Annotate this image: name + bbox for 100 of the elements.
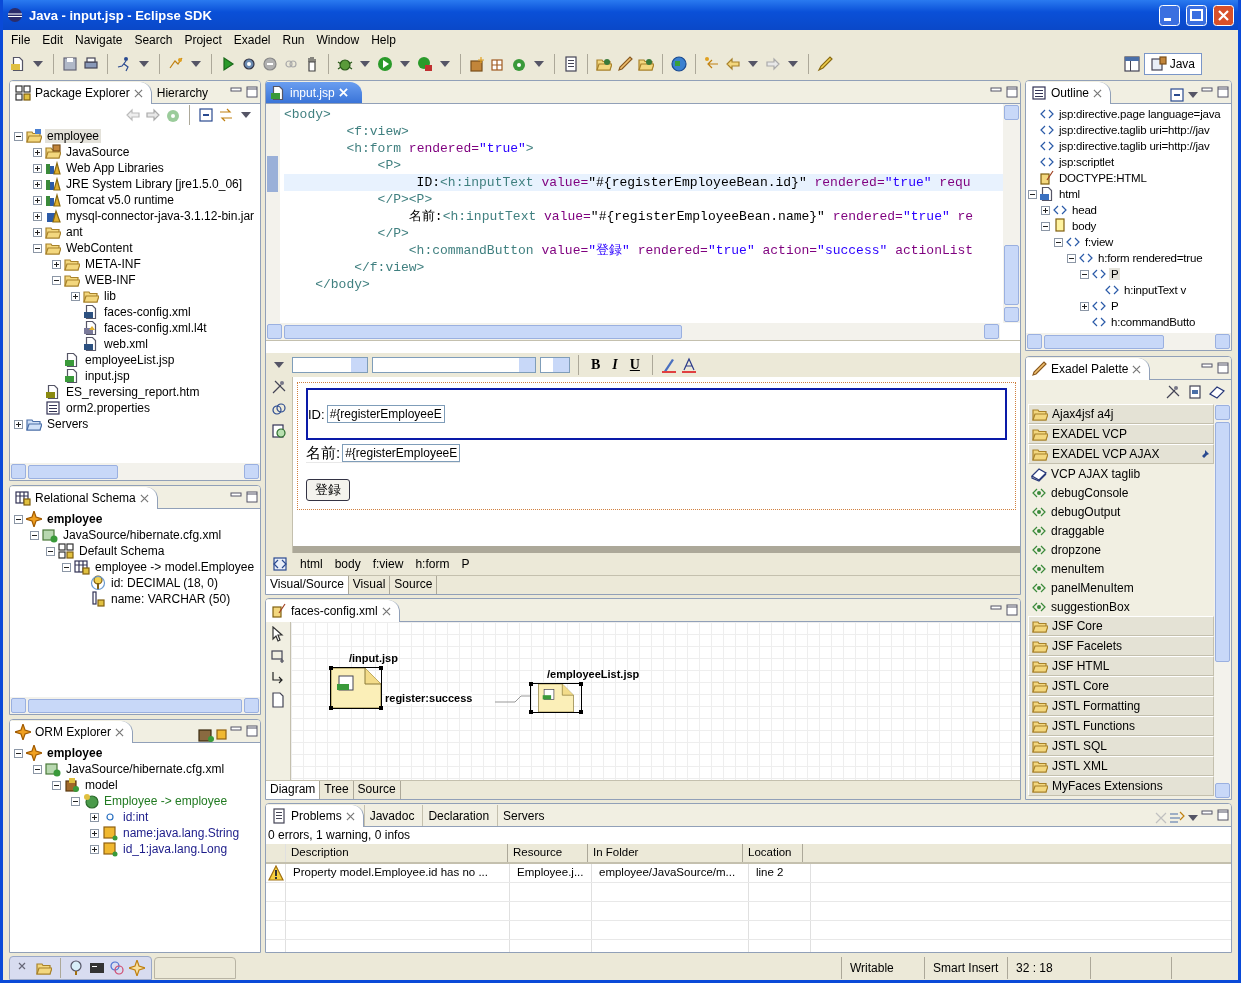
collapse-toggle[interactable] xyxy=(62,562,71,572)
tree-item[interactable]: WebContent xyxy=(64,241,135,255)
minimize-button[interactable] xyxy=(1159,4,1180,26)
expand-toggle[interactable] xyxy=(33,227,42,237)
expand-toggle[interactable] xyxy=(90,844,99,854)
palette-item[interactable]: menuItem xyxy=(1028,559,1214,578)
mode-tab[interactable]: Visual xyxy=(348,576,391,594)
column-header[interactable]: Description xyxy=(286,844,508,862)
collapse-all-icon[interactable] xyxy=(1169,87,1185,103)
tree-item[interactable]: JavaSource xyxy=(64,145,132,159)
close-icon[interactable] xyxy=(1132,364,1142,374)
palette-item[interactable]: suggestionBox xyxy=(1028,597,1214,616)
maximize-icon[interactable] xyxy=(1217,86,1229,98)
tree-item[interactable]: html xyxy=(1057,188,1082,200)
close-icon[interactable] xyxy=(115,727,124,737)
menu-item[interactable]: Navigate xyxy=(69,32,129,47)
mode-tab[interactable]: Visual/Source xyxy=(266,576,349,594)
collapse-toggle[interactable] xyxy=(1067,253,1076,263)
tree-item[interactable]: jsp:directive.page language=java xyxy=(1057,108,1223,120)
collapse-toggle[interactable] xyxy=(14,748,23,758)
collapse-toggle[interactable] xyxy=(1080,269,1089,279)
run-circle-icon[interactable] xyxy=(377,56,393,72)
vertical-scrollbar[interactable] xyxy=(1003,104,1020,323)
wrench-icon[interactable] xyxy=(271,379,287,395)
page-node[interactable] xyxy=(331,668,381,708)
maximize-icon[interactable] xyxy=(246,491,258,503)
expand-toggle[interactable] xyxy=(1041,205,1050,215)
tree-item[interactable]: input.jsp xyxy=(83,369,132,383)
maximize-icon[interactable] xyxy=(1217,362,1229,374)
input-field[interactable]: #{registerEmployeeE xyxy=(326,405,445,423)
tree-item[interactable]: employee xyxy=(45,746,105,760)
tree-item[interactable]: faces-config.xml.l4t xyxy=(102,321,209,335)
pointer-icon[interactable] xyxy=(270,626,286,642)
close-icon[interactable] xyxy=(381,606,391,616)
expand-toggle[interactable] xyxy=(33,179,42,189)
terminal-icon[interactable] xyxy=(89,960,105,976)
external-run-icon[interactable] xyxy=(417,56,433,72)
collapse-toggle[interactable] xyxy=(52,275,61,285)
expand-toggle[interactable] xyxy=(33,211,42,221)
maximize-button[interactable] xyxy=(1186,4,1207,26)
link-icon[interactable] xyxy=(271,401,287,417)
tree-item[interactable]: head xyxy=(1070,204,1099,216)
menu-item[interactable]: Search xyxy=(128,32,179,47)
maximize-icon[interactable] xyxy=(246,725,258,737)
dropdown[interactable] xyxy=(540,357,570,373)
palette-item[interactable]: Ajax4jsf a4j xyxy=(1028,404,1214,424)
submit-button[interactable]: 登録 xyxy=(306,479,350,501)
tree-item[interactable]: META-INF xyxy=(83,257,143,271)
refresh-circle-icon[interactable] xyxy=(511,56,527,72)
collapse-toggle[interactable] xyxy=(1054,237,1063,247)
palette-item[interactable]: JSTL Functions xyxy=(1028,716,1214,736)
maximize-icon[interactable] xyxy=(1006,86,1018,98)
collapse-all-icon[interactable] xyxy=(198,107,214,123)
menu-item[interactable]: Run xyxy=(276,32,311,47)
tree-item[interactable]: DOCTYPE:HTML xyxy=(1057,172,1149,184)
editor-tab[interactable]: input.jsp xyxy=(266,82,362,103)
collapse-toggle[interactable] xyxy=(33,764,42,774)
column-header[interactable]: In Folder xyxy=(588,844,743,862)
view-tab[interactable]: Hierarchy xyxy=(151,82,217,103)
mode-tab[interactable]: Diagram xyxy=(266,781,321,799)
collapse-toggle[interactable] xyxy=(52,780,61,790)
tree-item[interactable]: jsp:directive.taglib uri=http://jav xyxy=(1057,124,1212,136)
tree-item[interactable]: employee xyxy=(45,512,105,526)
column-header[interactable]: Location xyxy=(743,844,803,862)
tree-item[interactable]: lib xyxy=(102,289,118,303)
palette-item[interactable]: panelMenuItem xyxy=(1028,578,1214,597)
horizontal-scrollbar[interactable] xyxy=(10,463,260,480)
document-icon[interactable] xyxy=(563,56,579,72)
tree-item[interactable]: id: DECIMAL (18, 0) xyxy=(109,576,220,590)
tree-item[interactable]: Default Schema xyxy=(77,544,167,558)
horizontal-scrollbar[interactable] xyxy=(10,697,260,714)
format-button[interactable]: I xyxy=(608,357,622,373)
dropdown[interactable] xyxy=(292,357,368,373)
perspective-icon[interactable] xyxy=(1123,56,1140,72)
palette-item[interactable]: JSF Core xyxy=(1028,616,1214,636)
menu-item[interactable]: Project xyxy=(178,32,228,47)
expand-toggle[interactable] xyxy=(90,812,99,822)
tree-item[interactable]: employeeList.jsp xyxy=(83,353,177,367)
pencil-icon[interactable] xyxy=(617,56,633,72)
tree-item[interactable]: employee -> model.Employee xyxy=(93,560,257,574)
palette-item[interactable]: JSF Facelets xyxy=(1028,636,1214,656)
expand-toggle[interactable] xyxy=(33,195,42,205)
palette-item[interactable]: VCP AJAX taglib xyxy=(1028,464,1214,483)
expand-toggle[interactable] xyxy=(90,828,99,838)
breadcrumb-item[interactable]: html xyxy=(300,557,323,571)
editor-tab[interactable]: faces-config.xml xyxy=(266,600,400,622)
format-button[interactable]: U xyxy=(625,357,644,373)
tree-item[interactable]: name:java.lang.String xyxy=(121,826,242,840)
close-icon[interactable] xyxy=(1093,88,1103,98)
tree-item[interactable]: h:commandButto xyxy=(1109,316,1198,328)
palette-item[interactable]: dropzone xyxy=(1028,540,1214,559)
palette-item[interactable]: JSTL XML xyxy=(1028,756,1214,776)
marquee-icon[interactable] xyxy=(270,648,286,664)
font-color-icon[interactable] xyxy=(680,357,697,373)
perspective-button[interactable]: Java xyxy=(1143,53,1202,75)
view-tab[interactable]: Relational Schema xyxy=(10,487,158,509)
mode-tab[interactable]: Tree xyxy=(320,781,354,799)
new-package-icon[interactable] xyxy=(469,56,485,72)
view-tab[interactable]: Problems xyxy=(266,805,364,827)
expand-toggle[interactable] xyxy=(52,259,61,269)
